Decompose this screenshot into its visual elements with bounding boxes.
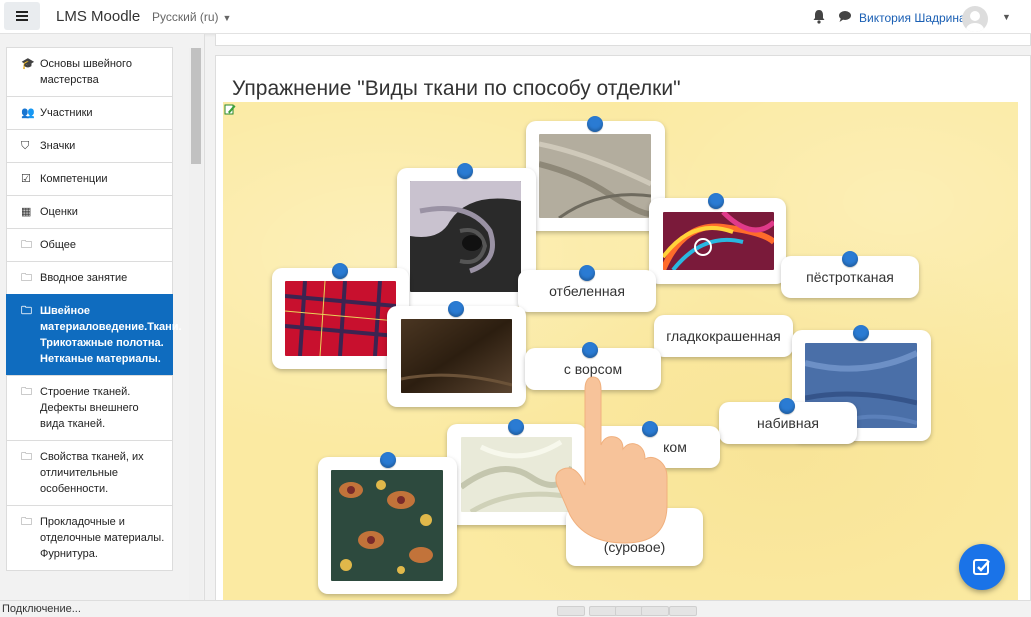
sidebar-item[interactable]: 🗀 Строение тканей. Дефекты внешнего вида … bbox=[6, 375, 173, 441]
sidebar-item-label: Прокладочные и отделочные материалы. Фур… bbox=[40, 516, 165, 560]
card-pin bbox=[380, 452, 396, 468]
folder-icon: 🗀 bbox=[21, 239, 32, 251]
shield-icon: ⛉ bbox=[21, 140, 30, 152]
fabric-photo-black-silk bbox=[410, 181, 521, 292]
language-label: Русский (ru) bbox=[152, 10, 219, 24]
drawer-scrollbar-thumb[interactable] bbox=[191, 48, 201, 164]
content-header-strip bbox=[215, 34, 1031, 46]
fabric-photo-beige-linen bbox=[539, 134, 651, 218]
sidebar-item[interactable]: 🗀 Свойства тканей, их отличительные особе… bbox=[6, 440, 173, 506]
label-text: набивная bbox=[757, 415, 819, 431]
chat-icon[interactable] bbox=[838, 10, 852, 23]
sidebar-item[interactable]: 👥 Участники bbox=[6, 96, 173, 130]
page-title: Упражнение "Виды ткани по способу отделк… bbox=[232, 77, 681, 100]
avatar[interactable] bbox=[962, 6, 988, 32]
card-pin bbox=[508, 419, 524, 435]
users-icon: 👥 bbox=[21, 107, 35, 119]
sidebar-item-label: Швейное материаловедение.Ткани. Трикотаж… bbox=[40, 305, 182, 365]
card-pin bbox=[842, 251, 858, 267]
pointing-hand-icon bbox=[555, 376, 668, 544]
user-avatar-icon bbox=[966, 11, 984, 32]
hamburger-icon bbox=[16, 11, 28, 21]
fabric-card-beige-linen[interactable] bbox=[526, 121, 665, 231]
pager-tab[interactable] bbox=[669, 606, 697, 616]
edit-icon[interactable] bbox=[224, 103, 236, 115]
sidebar-item-label: Основы швейного мастерства bbox=[40, 58, 132, 86]
label-card-gladkokrashennaya[interactable]: гладкокрашенная bbox=[654, 315, 793, 357]
folder-icon: 🗀 bbox=[21, 272, 32, 284]
fabric-card-brown-velvet[interactable] bbox=[387, 306, 526, 407]
fabric-photo-paisley-print bbox=[331, 470, 443, 581]
card-pin bbox=[332, 263, 348, 279]
bell-icon[interactable] bbox=[812, 9, 826, 24]
sidebar-item[interactable]: ▦ Оценки bbox=[6, 195, 173, 229]
card-pin bbox=[457, 163, 473, 179]
sidebar-item[interactable]: 🎓 Основы швейного мастерства bbox=[6, 47, 173, 97]
card-pin bbox=[779, 398, 795, 414]
browser-status-bar bbox=[0, 600, 1031, 617]
status-text: Подключение... bbox=[2, 603, 81, 615]
fabric-photo-brown-velvet bbox=[401, 319, 512, 393]
card-pin bbox=[853, 325, 869, 341]
sidebar-item-label: Строение тканей. Дефекты внешнего вида т… bbox=[40, 386, 139, 430]
course-drawer: 🎓 Основы швейного мастерства 👥 Участники ⛉ Зн… bbox=[0, 34, 205, 600]
sidebar-item[interactable]: ☑ Компетенции bbox=[6, 162, 173, 196]
sidebar-item[interactable]: 🗀 Вводное занятие bbox=[6, 261, 173, 295]
sidebar-item-label: Свойства тканей, их отличительные особен… bbox=[40, 451, 144, 495]
user-name[interactable]: Виктория Шадрина bbox=[859, 11, 966, 25]
pager-tab[interactable] bbox=[641, 606, 669, 616]
card-pin bbox=[448, 301, 464, 317]
site-brand[interactable]: LMS Moodle bbox=[56, 8, 140, 25]
card-pin bbox=[708, 193, 724, 209]
card-pin bbox=[587, 116, 603, 132]
card-pin bbox=[582, 342, 598, 358]
label-text: пёстротканая bbox=[806, 269, 894, 285]
sidebar-item[interactable]: ⛉ Значки bbox=[6, 129, 173, 163]
folder-icon: 🗀 bbox=[21, 305, 32, 317]
language-menu[interactable]: Русский (ru) ▼ bbox=[152, 10, 231, 24]
folder-icon: 🗀 bbox=[21, 451, 32, 463]
folder-icon: 🗀 bbox=[21, 386, 32, 398]
folder-icon: 🗀 bbox=[21, 516, 32, 528]
check-square-icon bbox=[973, 559, 990, 575]
sidebar-item-label: Вводное занятие bbox=[40, 272, 128, 284]
label-text: гладкокрашенная bbox=[666, 328, 781, 344]
pager-tab[interactable] bbox=[615, 606, 643, 616]
sidebar-item[interactable]: 🗀 Общее bbox=[6, 228, 173, 262]
sidebar-item-label: Компетенции bbox=[40, 173, 108, 185]
chevron-down-icon: ▼ bbox=[222, 13, 232, 23]
top-navbar: LMS Moodle Русский (ru) ▼ Виктория Шадрин… bbox=[0, 0, 1031, 34]
fabric-photo-red-tartan bbox=[285, 281, 396, 356]
check-answers-button[interactable] bbox=[959, 544, 1005, 590]
user-menu-chevron-icon[interactable]: ▼ bbox=[1002, 12, 1011, 22]
table-icon: ▦ bbox=[21, 206, 32, 218]
sidebar-item[interactable]: 🗀 Прокладочные и отделочные материалы. Фу… bbox=[6, 505, 173, 571]
graduation-cap-icon: 🎓 bbox=[21, 58, 35, 70]
fabric-card-paisley-print[interactable] bbox=[318, 457, 457, 594]
sidebar-item-label: Участники bbox=[40, 107, 93, 119]
fabric-card-black-silk[interactable] bbox=[397, 168, 536, 306]
sidebar-item-label: Оценки bbox=[40, 206, 78, 218]
course-nav-list: 🎓 Основы швейного мастерства 👥 Участники ⛉ Зн… bbox=[6, 47, 182, 571]
pager-tab[interactable] bbox=[557, 606, 585, 616]
fabric-card-colorful-swirl[interactable] bbox=[649, 198, 786, 284]
checkbox-icon: ☑ bbox=[21, 173, 31, 185]
sidebar-item[interactable]: 🗀 Швейное материаловедение.Ткани. Трикота… bbox=[6, 294, 182, 376]
card-pin bbox=[579, 265, 595, 281]
hamburger-menu-button[interactable] bbox=[4, 2, 40, 30]
sidebar-item-label: Общее bbox=[40, 239, 77, 251]
pager-tab[interactable] bbox=[589, 606, 617, 616]
sidebar-item-label: Значки bbox=[40, 140, 76, 152]
fabric-photo-colorful-swirl bbox=[663, 212, 774, 270]
label-text: отбеленная bbox=[549, 283, 625, 299]
